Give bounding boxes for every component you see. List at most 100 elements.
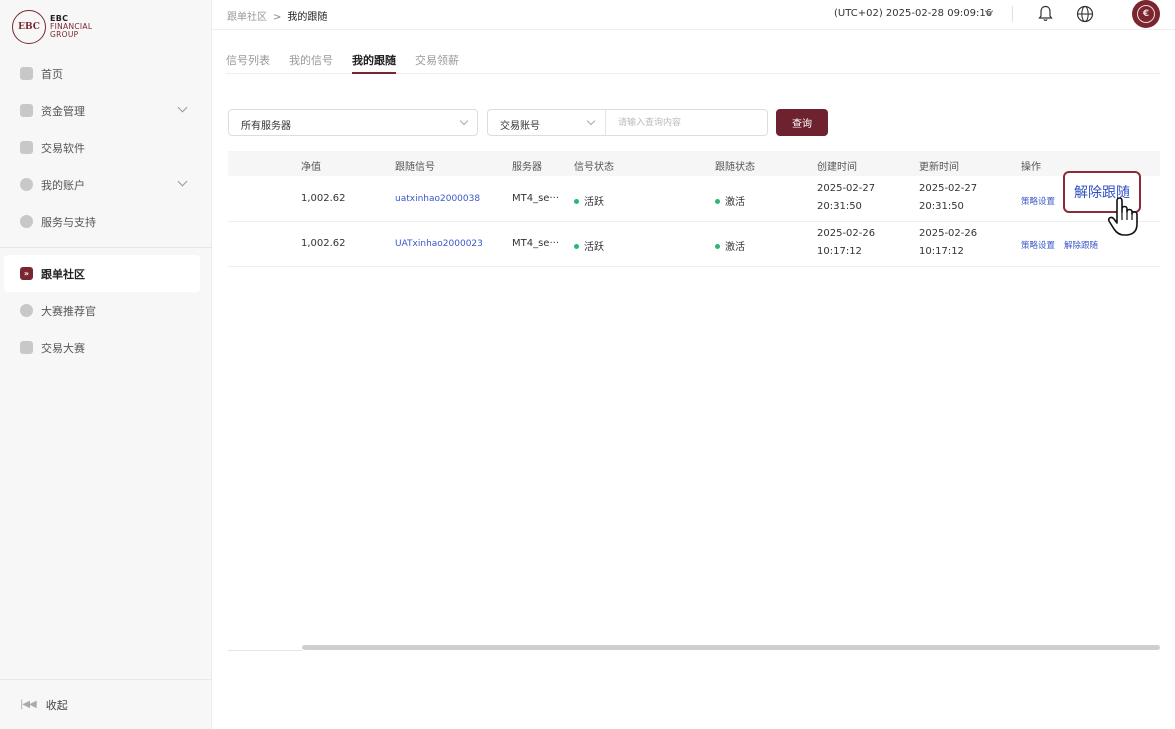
tab-my-follows[interactable]: 我的跟随 xyxy=(352,52,396,74)
updated-date: 2025-02-26 xyxy=(919,228,978,239)
col-signal: 跟随信号 xyxy=(395,162,435,173)
trophy-icon xyxy=(20,341,33,354)
created-date: 2025-02-26 xyxy=(817,228,876,239)
col-updated: 更新时间 xyxy=(919,162,959,173)
collapse-icon: |◀◀ xyxy=(20,699,37,710)
sidebar-item-label: 跟单社区 xyxy=(41,267,85,281)
pointer-hand-icon xyxy=(1107,197,1138,236)
updated-time: 10:17:12 xyxy=(919,246,964,257)
sidebar-item-label: 大赛推荐官 xyxy=(41,304,96,318)
status-dot-icon xyxy=(715,243,720,249)
logo-mark: EBC xyxy=(12,10,46,44)
sidebar-item-label: 我的账户 xyxy=(41,178,85,192)
updated-date: 2025-02-27 xyxy=(919,183,978,194)
created-cell: 2025-02-27 20:31:50 xyxy=(817,180,875,216)
sidebar-item-label: 交易软件 xyxy=(41,141,85,155)
status-dot-icon xyxy=(574,198,579,204)
bell-icon[interactable] xyxy=(1038,5,1053,22)
strategy-settings-link[interactable]: 策略设置 xyxy=(1021,195,1055,207)
breadcrumb-parent[interactable]: 跟单社区 xyxy=(227,12,267,23)
sidebar-item-label: 资金管理 xyxy=(41,104,85,118)
follow-status-cell: 激活 xyxy=(715,238,745,253)
sidebar-item-account[interactable]: 我的账户 xyxy=(0,166,212,203)
server-cell: MT4_se··· xyxy=(512,238,559,249)
server-select[interactable]: 所有服务器 xyxy=(228,109,478,136)
signal-status-cell: 活跃 xyxy=(574,193,604,208)
strategy-settings-link[interactable]: 策略设置 xyxy=(1021,239,1055,251)
account-select[interactable]: 交易账号 xyxy=(488,110,606,135)
avatar[interactable]: € xyxy=(1132,0,1160,28)
account-search-group: 交易账号 xyxy=(487,109,768,136)
sidebar-item-copy-trade[interactable]: » 跟单社区 xyxy=(4,255,200,292)
breadcrumb-current: 我的跟随 xyxy=(287,12,328,23)
created-cell: 2025-02-26 10:17:12 xyxy=(817,225,875,261)
sidebar-item-funds[interactable]: 资金管理 xyxy=(0,92,212,129)
updated-time: 20:31:50 xyxy=(919,201,964,212)
tab-my-signals[interactable]: 我的信号 xyxy=(289,52,333,74)
updated-cell: 2025-02-27 20:31:50 xyxy=(919,180,977,216)
logo-text: EBC FINANCIAL GROUP xyxy=(50,15,92,39)
account-select-value: 交易账号 xyxy=(500,121,540,132)
horizontal-scrollbar[interactable] xyxy=(302,645,1160,650)
col-server: 服务器 xyxy=(512,162,542,173)
created-time: 10:17:12 xyxy=(817,246,862,257)
server-select-value: 所有服务器 xyxy=(241,121,291,132)
globe-icon[interactable] xyxy=(1076,5,1094,23)
col-created: 创建时间 xyxy=(817,162,857,173)
tab-bar: 信号列表 我的信号 我的跟随 交易领薪 xyxy=(226,52,1160,74)
follow-status-cell: 激活 xyxy=(715,193,745,208)
collapse-button[interactable]: |◀◀ 收起 xyxy=(0,679,212,729)
chevron-down-icon xyxy=(177,102,188,113)
table-header: 净值 跟随信号 服务器 信号状态 跟随状态 创建时间 更新时间 操作 xyxy=(228,151,1160,176)
tab-signal-list[interactable]: 信号列表 xyxy=(226,52,270,74)
user-icon xyxy=(20,178,33,191)
wallet-icon xyxy=(20,104,33,117)
signal-status-text: 活跃 xyxy=(584,242,604,253)
sidebar-item-label: 交易大赛 xyxy=(41,341,85,355)
follow-status-text: 激活 xyxy=(725,197,745,208)
col-actions: 操作 xyxy=(1021,162,1041,173)
sidebar-nav: 首页 资金管理 交易软件 我的账户 服务与支持 » 跟单社区 大赛推荐官 交易大… xyxy=(0,55,212,366)
collapse-label: 收起 xyxy=(45,698,68,712)
logo-mark-text: EBC xyxy=(18,22,40,32)
sidebar-item-software[interactable]: 交易软件 xyxy=(0,129,212,166)
created-date: 2025-02-27 xyxy=(817,183,876,194)
signal-link[interactable]: uatxinhao2000038 xyxy=(395,194,480,204)
sidebar-item-contest[interactable]: 交易大赛 xyxy=(0,329,212,366)
logo-line3: GROUP xyxy=(50,30,79,39)
tab-trade-salary[interactable]: 交易领薪 xyxy=(415,52,459,74)
query-button[interactable]: 查询 xyxy=(776,109,828,136)
search-input[interactable] xyxy=(606,110,767,135)
updated-cell: 2025-02-26 10:17:12 xyxy=(919,225,977,261)
help-icon xyxy=(20,215,33,228)
follow-status-text: 激活 xyxy=(725,242,745,253)
logo[interactable]: EBC EBC FINANCIAL GROUP xyxy=(12,10,92,44)
sidebar-item-home[interactable]: 首页 xyxy=(0,55,212,92)
box-icon xyxy=(20,141,33,154)
equity-cell: 1,002.62 xyxy=(301,193,346,204)
chevron-down-icon xyxy=(459,116,469,126)
referrer-icon xyxy=(20,304,33,317)
unfollow-link[interactable]: 解除跟随 xyxy=(1064,239,1098,251)
header-divider xyxy=(1012,6,1013,22)
breadcrumb-separator-icon: > xyxy=(273,12,282,23)
app-window: EBC EBC FINANCIAL GROUP 首页 资金管理 交易软件 我的账… xyxy=(0,0,1175,729)
signal-status-text: 活跃 xyxy=(584,197,604,208)
col-follow-status: 跟随状态 xyxy=(715,162,755,173)
created-time: 20:31:50 xyxy=(817,201,862,212)
col-equity: 净值 xyxy=(301,162,321,173)
equity-cell: 1,002.62 xyxy=(301,238,346,249)
col-signal-status: 信号状态 xyxy=(574,162,614,173)
sidebar-item-support[interactable]: 服务与支持 xyxy=(0,203,212,240)
sidebar-item-label: 服务与支持 xyxy=(41,215,96,229)
signal-link[interactable]: UATxinhao2000023 xyxy=(395,239,483,249)
table-row: 1,002.62 uatxinhao2000038 MT4_se··· 活跃 激… xyxy=(228,177,1160,222)
avatar-logo-icon: € xyxy=(1137,5,1155,23)
chevron-down-icon xyxy=(586,116,596,126)
timezone-clock[interactable]: (UTC+02) 2025-02-28 09:09:16 xyxy=(834,8,992,19)
status-dot-icon xyxy=(715,198,720,204)
sidebar-item-referrer[interactable]: 大赛推荐官 xyxy=(0,292,212,329)
copy-trade-icon: » xyxy=(20,267,33,280)
chevron-down-icon xyxy=(177,176,188,187)
status-dot-icon xyxy=(574,243,579,249)
